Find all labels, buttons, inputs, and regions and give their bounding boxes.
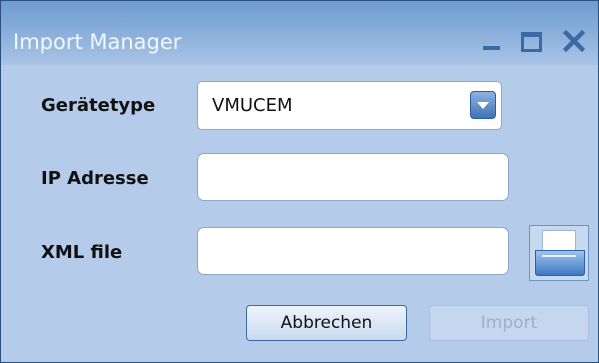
device-type-value: VMUCEM: [212, 95, 293, 116]
xml-file-label: XML file: [41, 242, 123, 263]
close-icon[interactable]: [561, 27, 587, 53]
ip-address-input[interactable]: [197, 153, 509, 201]
device-type-dropdown[interactable]: VMUCEM: [197, 81, 502, 130]
import-manager-window: Import Manager Gerätetype VMUCEM IP Adre…: [0, 0, 599, 363]
title-bar[interactable]: Import Manager: [1, 1, 598, 65]
tray-icon: [535, 250, 585, 276]
window-title: Import Manager: [13, 30, 182, 54]
cancel-button[interactable]: Abbrechen: [246, 305, 407, 341]
browse-file-button[interactable]: [529, 225, 589, 281]
xml-file-input[interactable]: [197, 227, 509, 275]
dialog-body: Gerätetype VMUCEM IP Adresse XML file Ab…: [1, 65, 598, 362]
minimize-icon[interactable]: [479, 27, 505, 53]
chevron-down-icon[interactable]: [470, 91, 496, 119]
import-button[interactable]: Import: [429, 305, 589, 341]
maximize-icon[interactable]: [519, 27, 545, 53]
device-type-label: Gerätetype: [41, 95, 156, 116]
ip-address-label: IP Adresse: [41, 168, 149, 189]
